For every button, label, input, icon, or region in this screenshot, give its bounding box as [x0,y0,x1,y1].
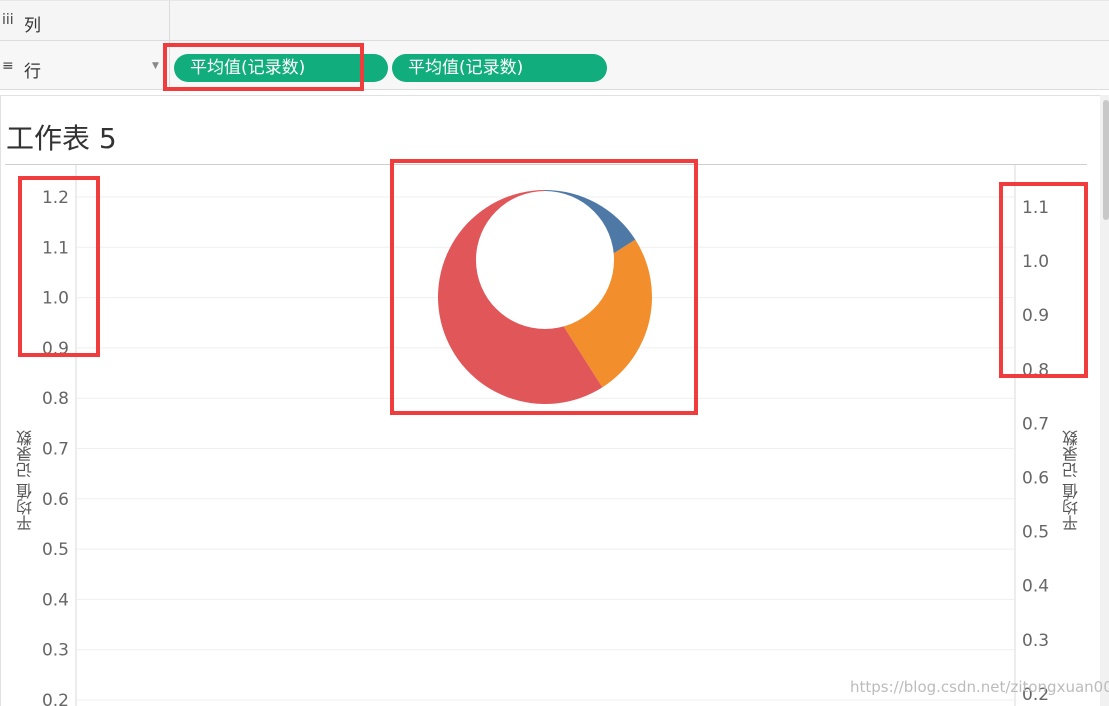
left-tick-label: 1.1 [42,238,69,258]
left-tick-label: 0.3 [42,641,69,661]
right-tick-label: 0.7 [1022,414,1049,434]
donut-hole [476,191,614,329]
right-tick-label: 1.1 [1022,198,1049,218]
right-tick-label: 0.8 [1022,360,1049,380]
left-tick-label: 0.5 [42,540,69,560]
right-tick-label: 0.3 [1022,631,1049,651]
left-tick-label: 0.6 [42,490,69,510]
right-tick-label: 0.9 [1022,306,1049,326]
left-tick-label: 1.2 [42,188,69,208]
right-tick-label: 0.4 [1022,577,1049,597]
right-tick-label: 0.6 [1022,469,1049,489]
left-axis-title: 平均值 记录数 [16,429,35,531]
left-tick-label: 0.4 [42,590,69,610]
left-tick-label: 0.8 [42,389,69,409]
right-tick-label: 1.0 [1022,252,1049,272]
left-tick-label: 1.0 [42,289,69,309]
watermark: https://blog.csdn.net/zitongxuan008 [850,678,1109,696]
left-tick-label: 0.7 [42,440,69,460]
left-tick-label: 0.2 [42,691,69,706]
chart-canvas: 1.2 1.1 1.0 0.9 0.8 0.7 0.6 0.5 0.4 0.3 0.2 1.1 1.0 0… [42,165,1049,706]
left-tick-label: 0.9 [42,339,69,359]
scrollbar-thumb[interactable] [1103,100,1109,220]
right-axis-title: 平均值 记录数 [1062,429,1081,531]
right-tick-label: 0.5 [1022,523,1049,543]
